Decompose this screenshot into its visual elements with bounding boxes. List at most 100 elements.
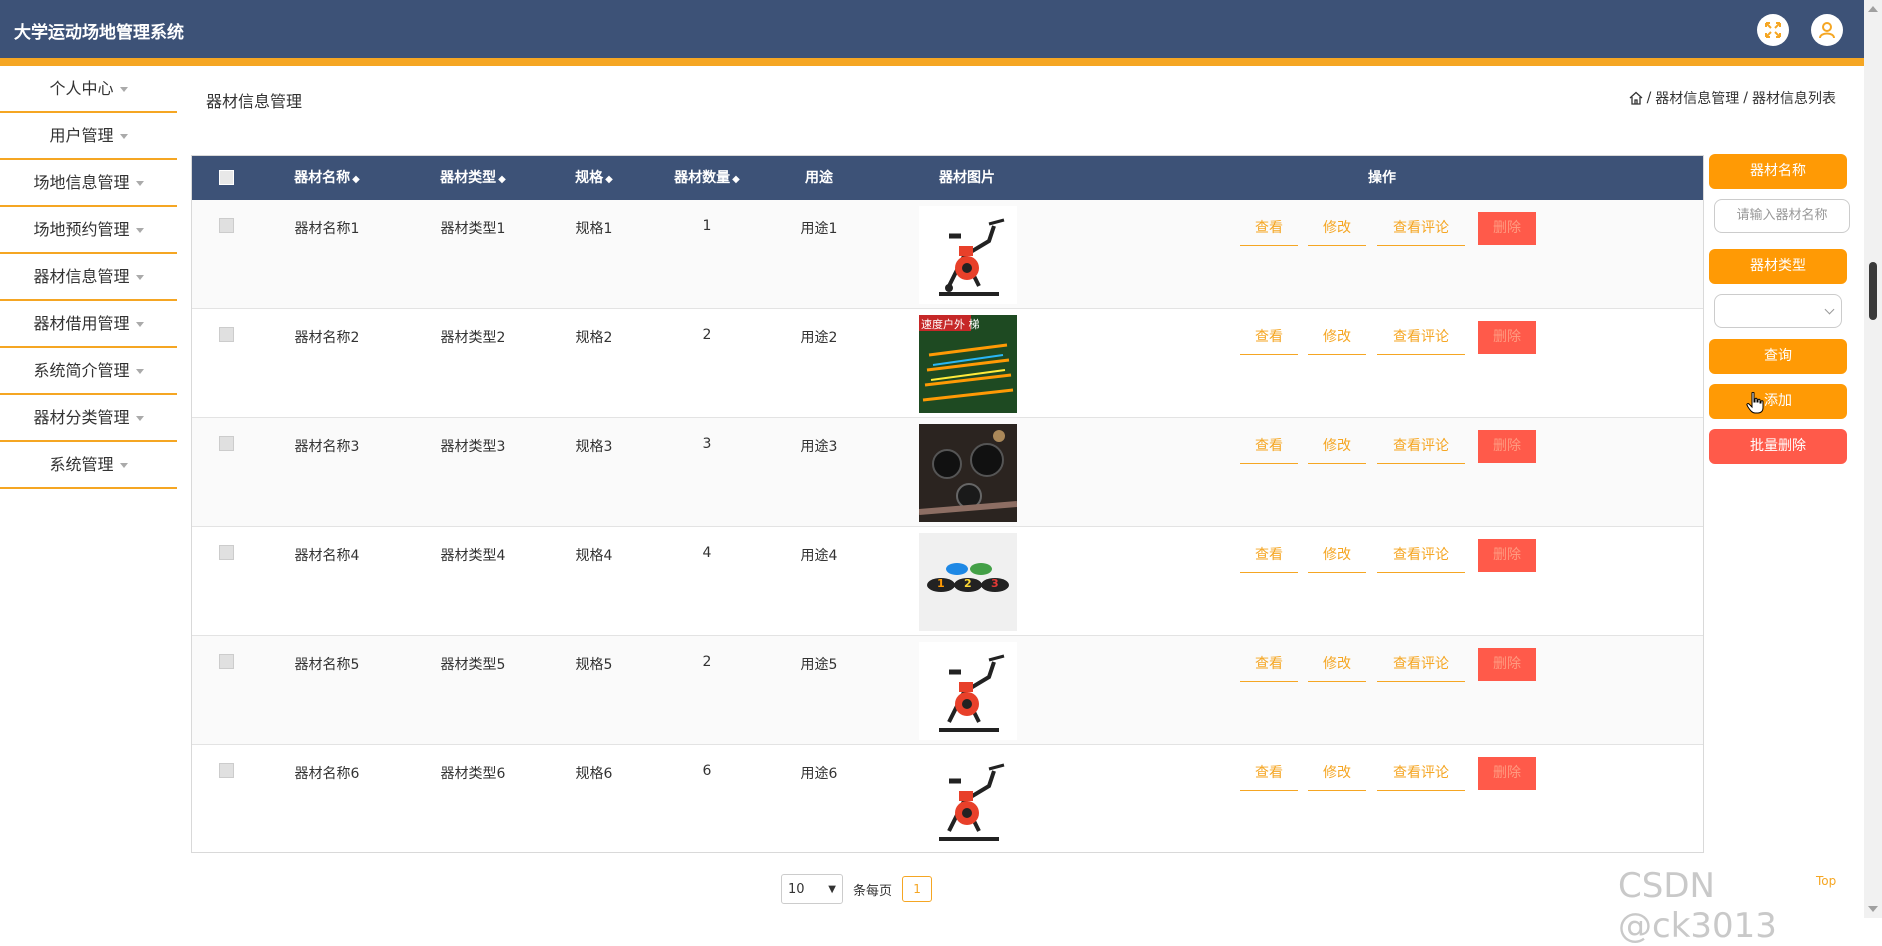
delete-button[interactable]: 删除 [1478, 212, 1536, 245]
equipment-image-number-spots[interactable]: 1 2 3 [919, 533, 1017, 631]
per-page-label: 条每页 [853, 883, 893, 899]
view-button[interactable]: 查看 [1240, 539, 1298, 573]
select-all-checkbox[interactable] [219, 170, 234, 185]
home-icon[interactable] [1629, 91, 1643, 105]
page-scrollbar[interactable] [1864, 0, 1882, 918]
add-button[interactable]: 添加 [1709, 384, 1847, 419]
view-comments-button[interactable]: 查看评论 [1377, 212, 1465, 246]
row-checkbox[interactable] [219, 763, 234, 778]
edit-button[interactable]: 修改 [1308, 430, 1366, 464]
view-button[interactable]: 查看 [1240, 430, 1298, 464]
spot-number: 2 [964, 577, 972, 590]
sidebar-item-user-management[interactable]: 用户管理 [0, 113, 177, 160]
sidebar-item-label: 系统管理 [49, 455, 114, 474]
edit-button[interactable]: 修改 [1308, 321, 1366, 355]
view-button[interactable]: 查看 [1240, 321, 1298, 355]
sort-icon: ◆ [605, 174, 613, 185]
cell-spec: 规格2 [575, 330, 613, 346]
equipment-image-spin-bike[interactable] [919, 751, 1017, 849]
delete-button[interactable]: 删除 [1478, 321, 1536, 354]
fullscreen-icon[interactable] [1757, 14, 1789, 46]
row-checkbox[interactable] [219, 545, 234, 560]
equipment-image-agility-ladder[interactable]: 速度户外 梯 [919, 315, 1017, 413]
view-comments-button[interactable]: 查看评论 [1377, 430, 1465, 464]
cell-qty: 6 [702, 763, 712, 779]
user-avatar-icon[interactable] [1811, 14, 1843, 46]
sidebar-item-equipment-borrow[interactable]: 器材借用管理 [0, 301, 177, 348]
breadcrumb: / 器材信息管理 / 器材信息列表 [1629, 88, 1836, 108]
column-header-qty[interactable]: 器材数量 ◆ [652, 156, 762, 200]
chevron-down-icon [1824, 304, 1835, 315]
sidebar-item-system-management[interactable]: 系统管理 [0, 442, 177, 489]
caret-down-icon [119, 87, 128, 92]
sort-icon: ◆ [498, 174, 506, 185]
column-header-spec[interactable]: 规格 ◆ [554, 156, 634, 200]
chevron-down-icon: ▼ [828, 883, 836, 895]
cell-name: 器材名称4 [294, 548, 360, 564]
column-header-label: 规格 [575, 170, 604, 186]
batch-delete-button[interactable]: 批量删除 [1709, 429, 1847, 464]
query-button[interactable]: 查询 [1709, 339, 1847, 374]
cell-name: 器材名称3 [294, 439, 360, 455]
page-size-select[interactable]: 10 ▼ [781, 874, 843, 904]
row-checkbox[interactable] [219, 436, 234, 451]
hand-cursor-icon [1746, 391, 1764, 418]
sidebar-item-system-intro[interactable]: 系统简介管理 [0, 348, 177, 395]
edit-button[interactable]: 修改 [1308, 757, 1366, 791]
edit-button[interactable]: 修改 [1308, 212, 1366, 246]
scroll-up-arrow-icon[interactable] [1868, 6, 1878, 12]
sidebar-item-venue-info[interactable]: 场地信息管理 [0, 160, 177, 207]
page-number-button[interactable]: 1 [902, 876, 933, 902]
delete-button[interactable]: 删除 [1478, 757, 1536, 790]
sidebar-item-label: 个人中心 [49, 79, 114, 98]
back-to-top-button[interactable]: Top [1816, 874, 1836, 888]
column-header-name[interactable]: 器材名称 ◆ [272, 156, 382, 200]
cell-type: 器材类型4 [440, 548, 506, 564]
equipment-image-spin-bike[interactable] [919, 642, 1017, 740]
view-comments-button[interactable]: 查看评论 [1377, 321, 1465, 355]
breadcrumb-level-1[interactable]: 器材信息管理 [1655, 88, 1739, 108]
type-select[interactable] [1714, 294, 1842, 328]
view-button[interactable]: 查看 [1240, 648, 1298, 682]
view-comments-button[interactable]: 查看评论 [1377, 539, 1465, 573]
cell-name: 器材名称6 [294, 766, 360, 782]
view-button[interactable]: 查看 [1240, 757, 1298, 791]
page-size-value: 10 [788, 881, 805, 897]
sidebar-item-venue-booking[interactable]: 场地预约管理 [0, 207, 177, 254]
sidebar-item-equipment-info[interactable]: 器材信息管理 [0, 254, 177, 301]
cell-spec: 规格6 [575, 766, 613, 782]
sidebar-item-personal-center[interactable]: 个人中心 [0, 66, 177, 113]
edit-button[interactable]: 修改 [1308, 539, 1366, 573]
row-checkbox[interactable] [219, 218, 234, 233]
table-header: 器材名称 ◆ 器材类型 ◆ 规格 ◆ 器材数量 ◆ 用途 器材图片 操作 [192, 156, 1703, 200]
breadcrumb-separator: / [1743, 90, 1748, 106]
view-button[interactable]: 查看 [1240, 212, 1298, 246]
equipment-image-spin-bike[interactable] [919, 206, 1017, 304]
pagination: 10 ▼ 条每页 1 [781, 874, 933, 904]
delete-button[interactable]: 删除 [1478, 648, 1536, 681]
caret-down-icon [135, 275, 144, 280]
edit-button[interactable]: 修改 [1308, 648, 1366, 682]
name-search-input[interactable]: 请输入器材名称 [1714, 199, 1850, 233]
top-header: 大学运动场地管理系统 [0, 0, 1864, 66]
view-comments-button[interactable]: 查看评论 [1377, 757, 1465, 791]
equipment-image-gym-weights[interactable] [919, 424, 1017, 522]
equipment-image-caption: 速度户外 梯 [921, 318, 980, 331]
sidebar-item-equipment-category[interactable]: 器材分类管理 [0, 395, 177, 442]
row-checkbox[interactable] [219, 327, 234, 342]
caret-down-icon [135, 416, 144, 421]
cell-usage: 用途6 [800, 766, 838, 782]
row-checkbox[interactable] [219, 654, 234, 669]
view-comments-button[interactable]: 查看评论 [1377, 648, 1465, 682]
cell-spec: 规格5 [575, 657, 613, 673]
caret-down-icon [135, 228, 144, 233]
table-row: 器材名称4 器材类型4 规格4 4 用途4 1 2 3 查看 修改 查看评论 删… [192, 527, 1703, 636]
cell-qty: 1 [702, 218, 712, 234]
breadcrumb-level-2: 器材信息列表 [1752, 91, 1836, 107]
spot-number: 3 [991, 577, 999, 590]
cell-spec: 规格1 [575, 221, 613, 237]
delete-button[interactable]: 删除 [1478, 539, 1536, 572]
scrollbar-thumb[interactable] [1869, 262, 1877, 320]
column-header-type[interactable]: 器材类型 ◆ [418, 156, 528, 200]
delete-button[interactable]: 删除 [1478, 430, 1536, 463]
